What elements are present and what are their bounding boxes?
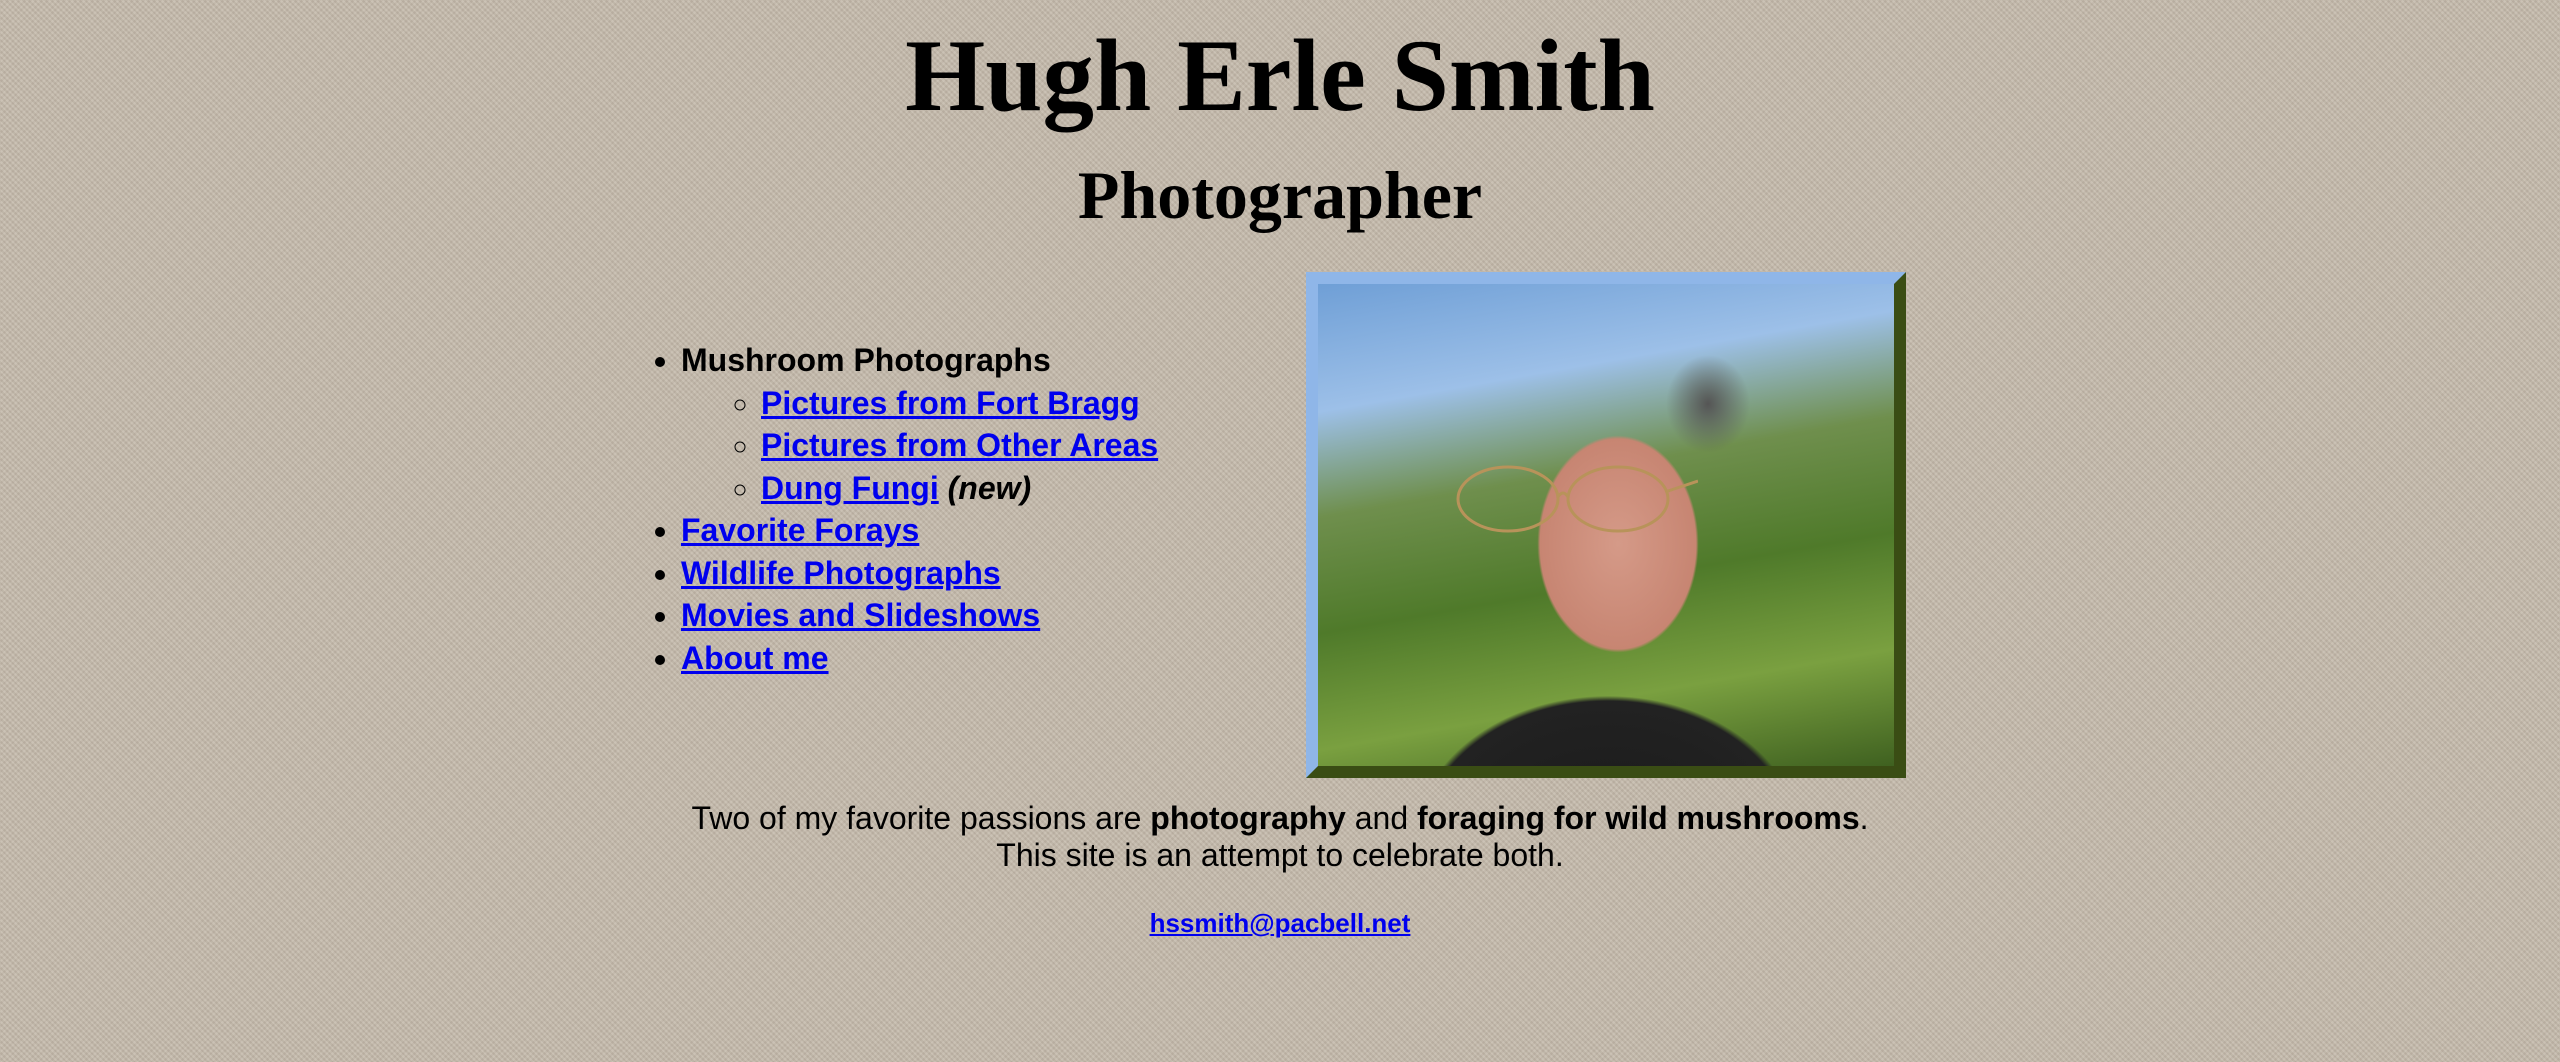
menu-item-favorite-forays: Favorite Forays	[681, 509, 1158, 552]
description-line-2: This site is an attempt to celebrate bot…	[996, 837, 1564, 873]
menu-item-mushroom-photographs: Mushroom Photographs Pictures from Fort …	[681, 339, 1158, 509]
link-movies-slideshows[interactable]: Movies and Slideshows	[681, 597, 1040, 633]
link-wildlife-photographs[interactable]: Wildlife Photographs	[681, 555, 1001, 591]
link-favorite-forays[interactable]: Favorite Forays	[681, 512, 919, 548]
site-description: Two of my favorite passions are photogra…	[0, 800, 2560, 874]
submenu-item-other-areas: Pictures from Other Areas	[761, 424, 1158, 467]
description-text-3: .	[1859, 800, 1869, 836]
description-text-1: Two of my favorite passions are	[691, 800, 1151, 836]
description-foraging: foraging for wild mushrooms	[1417, 800, 1860, 836]
mushroom-submenu: Pictures from Fort Bragg Pictures from O…	[681, 382, 1158, 510]
new-badge: (new)	[947, 469, 1032, 506]
link-other-areas[interactable]: Pictures from Other Areas	[761, 427, 1158, 463]
contact-line: hssmith@pacbell.net	[0, 907, 2560, 939]
glasses-overlay	[1456, 465, 1698, 533]
site-title: Hugh Erle Smith	[905, 19, 1655, 133]
description-photography: photography	[1150, 800, 1346, 836]
link-dung-fungi[interactable]: Dung Fungi	[761, 470, 939, 506]
site-subtitle: Photographer	[1077, 157, 1483, 233]
portrait-photo	[1306, 272, 1906, 778]
submenu-item-dung-fungi: Dung Fungi (new)	[761, 467, 1158, 510]
description-text-2: and	[1345, 800, 1417, 836]
menu-item-wildlife: Wildlife Photographs	[681, 552, 1158, 595]
menu-item-about: About me	[681, 637, 1158, 680]
link-fort-bragg[interactable]: Pictures from Fort Bragg	[761, 385, 1140, 421]
submenu-item-fort-bragg: Pictures from Fort Bragg	[761, 382, 1158, 425]
menu-heading-mushroom-photographs: Mushroom Photographs	[681, 342, 1051, 378]
main-menu: Mushroom Photographs Pictures from Fort …	[648, 339, 1158, 679]
email-link[interactable]: hssmith@pacbell.net	[1150, 908, 1411, 938]
menu-item-movies: Movies and Slideshows	[681, 594, 1158, 637]
link-about-me[interactable]: About me	[681, 640, 829, 676]
